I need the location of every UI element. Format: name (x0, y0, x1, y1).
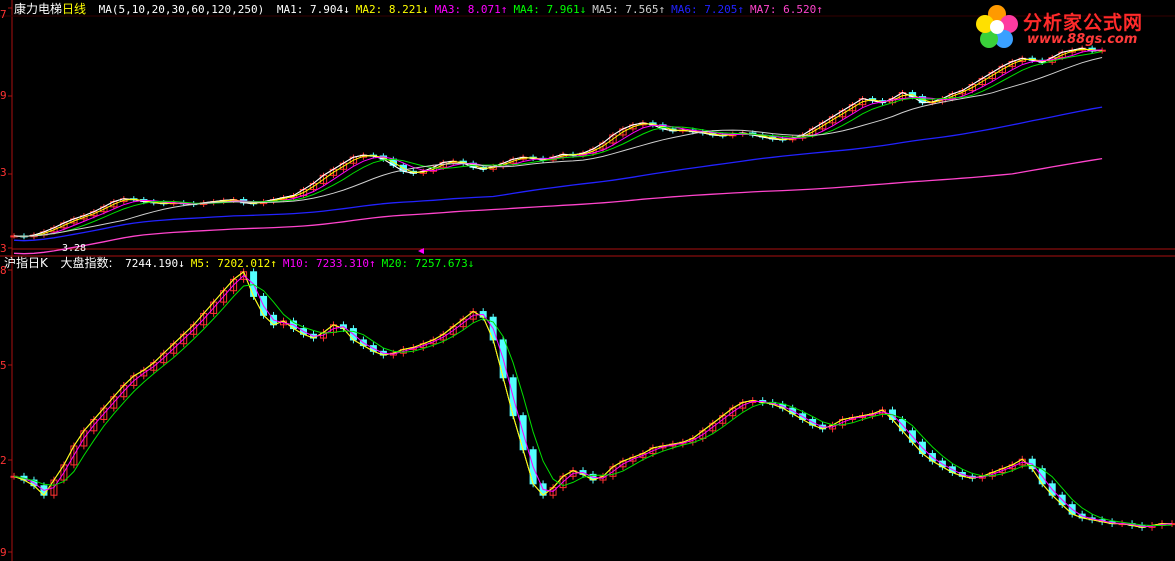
period-label[interactable]: 日线 (62, 2, 86, 16)
upper-indicator-1: MA2: 8.221↓ (355, 3, 429, 16)
upper-panel-header: 康力电梯日线 MA(5,10,20,30,60,120,250) MA1: 7.… (14, 2, 835, 17)
lower-ma-line-0 (13, 271, 1172, 528)
index-name[interactable]: 沪指日K (4, 256, 48, 270)
lower-close-line (13, 271, 1172, 528)
upper-ma-line-5 (13, 106, 1103, 242)
logo-name: 分析家公式网 (1023, 12, 1144, 34)
lower-indicator-1: M5: 7202.012↑ (190, 257, 277, 270)
upper-axis-label-1: 9 (0, 89, 7, 102)
lower-indicator-list: 7244.190↓ M5: 7202.012↑ M10: 7233.310↑ M20:… (125, 257, 480, 270)
stock-name[interactable]: 康力电梯 (14, 2, 62, 16)
lower-axis-label-2: 2 (0, 454, 7, 467)
lower-axis-label-3: 9 (0, 546, 7, 559)
upper-indicator-0: MA1: 7.904↓ (276, 3, 350, 16)
formula-name: 大盘指数: (60, 256, 113, 270)
upper-ma-line-1 (13, 48, 1103, 237)
upper-indicator-6: MA7: 6.520↑ (750, 3, 823, 16)
lower-indicator-0: 7244.190↓ (125, 257, 185, 270)
upper-indicator-5: MA6: 7.205↑ (671, 3, 745, 16)
site-logo[interactable]: 分析家公式网 www.88gs.com (971, 2, 1171, 52)
lower-axis-label-1: 5 (0, 359, 7, 372)
lower-ma-line-2 (13, 284, 1173, 526)
lower-indicator-3: M20: 7257.673↓ (381, 257, 475, 270)
upper-axis-label-0: 7 (0, 8, 7, 21)
logo-url[interactable]: www.88gs.com (1027, 32, 1137, 47)
upper-ma-line-2 (13, 49, 1103, 237)
upper-indicator-list: MA1: 7.904↓ MA2: 8.221↓ MA3: 8.071↑ MA4: 7.… (277, 3, 829, 16)
upper-indicator-3: MA4: 7.961↓ (513, 3, 587, 16)
upper-indicator-4: MA5: 7.565↑ (592, 3, 666, 16)
upper-axis-label-2: 3 (0, 166, 7, 179)
lower-indicator-2: M10: 7233.310↑ (282, 257, 376, 270)
upper-close-line (13, 47, 1103, 238)
lower-ma-line-1 (13, 274, 1173, 527)
upper-ma-line-4 (13, 57, 1103, 237)
upper-axis-label-3: 3 (0, 242, 7, 255)
upper-ma-line-3 (13, 51, 1103, 237)
low-price-marker: 3.28 (62, 243, 87, 254)
upper-ma-line-0 (13, 47, 1103, 238)
kline-chart[interactable] (0, 0, 1175, 561)
upper-indicator-2: MA3: 8.071↑ (434, 3, 508, 16)
flower-logo-icon (976, 5, 1018, 48)
lower-panel-header: 沪指日K 大盘指数: 7244.190↓ M5: 7202.012↑ M10: 72… (4, 256, 486, 271)
ma-params: MA(5,10,20,30,60,120,250) (98, 3, 265, 16)
lower-axis-label-0: 8 (0, 264, 7, 277)
